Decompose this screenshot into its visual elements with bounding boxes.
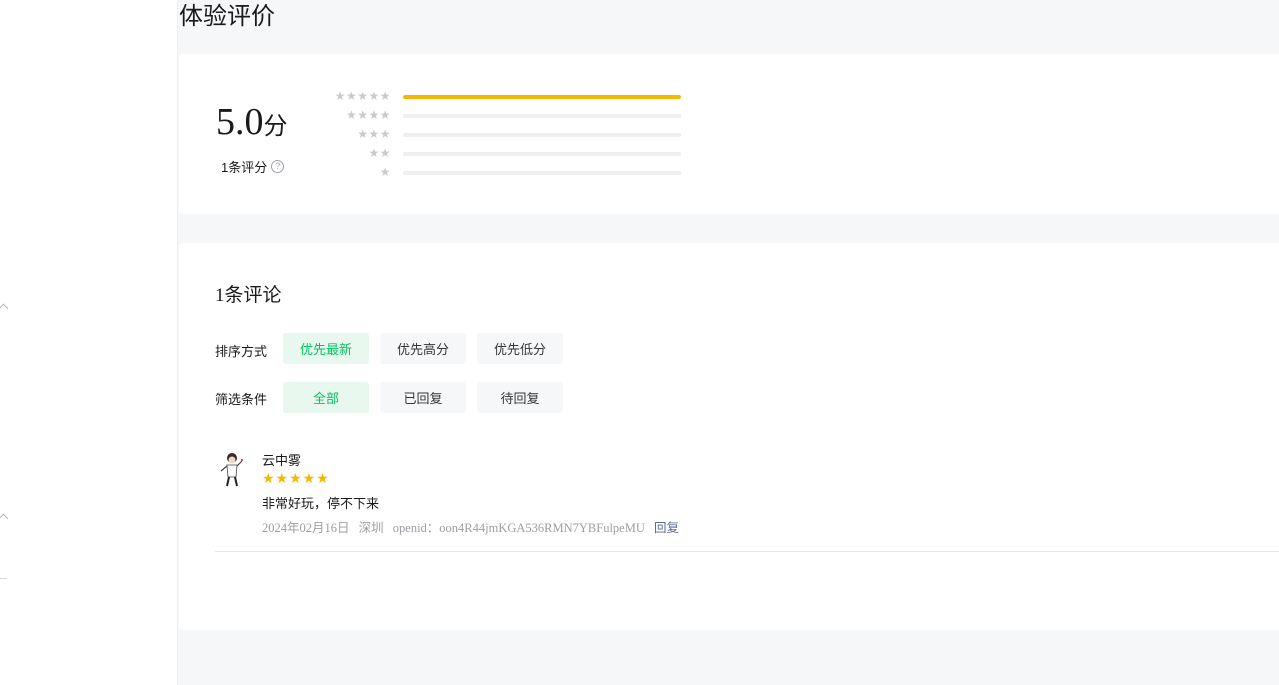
- sidebar-divider: [0, 578, 7, 579]
- distribution-bar: [403, 152, 681, 156]
- sort-label: 排序方式: [215, 344, 268, 359]
- page-title: 体验评价: [179, 4, 275, 30]
- distribution-bar: [403, 95, 681, 99]
- filter-pending-button[interactable]: 待回复: [477, 382, 563, 413]
- sort-highest-button[interactable]: 优先高分: [380, 333, 466, 364]
- star-rating-icon: ★★★★★: [334, 89, 391, 103]
- rating-summary-card: 5.0分 1条评分 ? ★★★★★ ★★★★ ★★★ ★★ ★: [179, 54, 1279, 214]
- sidebar: [0, 0, 178, 685]
- avatar: [220, 453, 244, 487]
- sort-newest-button[interactable]: 优先最新: [283, 333, 369, 364]
- review-date: 2024年02月16日: [262, 521, 350, 535]
- filter-all-button[interactable]: 全部: [283, 382, 369, 413]
- star-rating-icon: ★★★: [357, 127, 391, 141]
- review-openid: openid：oon4R44jmKGA536RMN7YBFulpeMU: [392, 521, 645, 535]
- rating-count-label: 1条评分: [221, 160, 268, 175]
- star-rating-icon: ★: [379, 165, 391, 179]
- review-rating-stars-icon: ★★★★★: [262, 470, 330, 486]
- star-rating-icon: ★★★★: [345, 108, 391, 122]
- average-score: 5.0分: [216, 100, 288, 149]
- score-unit: 分: [263, 114, 288, 140]
- distribution-bar: [403, 133, 681, 137]
- help-icon[interactable]: ?: [271, 160, 285, 173]
- review-text: 非常好玩，停不下来: [262, 496, 380, 511]
- reply-button[interactable]: 回复: [654, 521, 679, 535]
- collapse-chevron-icon[interactable]: [0, 512, 8, 520]
- collapse-chevron-icon[interactable]: [0, 302, 8, 310]
- distribution-bar: [403, 171, 681, 175]
- distribution-bar-fill: [403, 95, 681, 99]
- rating-count: 1条评分 ?: [221, 157, 285, 176]
- reviewer-name: 云中雾: [262, 453, 302, 468]
- sort-lowest-button[interactable]: 优先低分: [477, 333, 563, 364]
- reviews-card: 1条评论 排序方式 优先最新 优先高分 优先低分 筛选条件 全部 已回复 待回复…: [179, 243, 1279, 630]
- score-value: 5.0: [216, 101, 264, 143]
- distribution-bar: [403, 114, 681, 118]
- filter-label: 筛选条件: [215, 392, 268, 407]
- review-divider: [215, 551, 1279, 552]
- review-location: 深圳: [358, 521, 384, 535]
- reviews-count-title: 1条评论: [215, 285, 282, 306]
- review-meta: 2024年02月16日 深圳 openid：oon4R44jmKGA536RMN…: [262, 517, 685, 536]
- filter-replied-button[interactable]: 已回复: [380, 382, 466, 413]
- star-rating-icon: ★★: [368, 146, 391, 160]
